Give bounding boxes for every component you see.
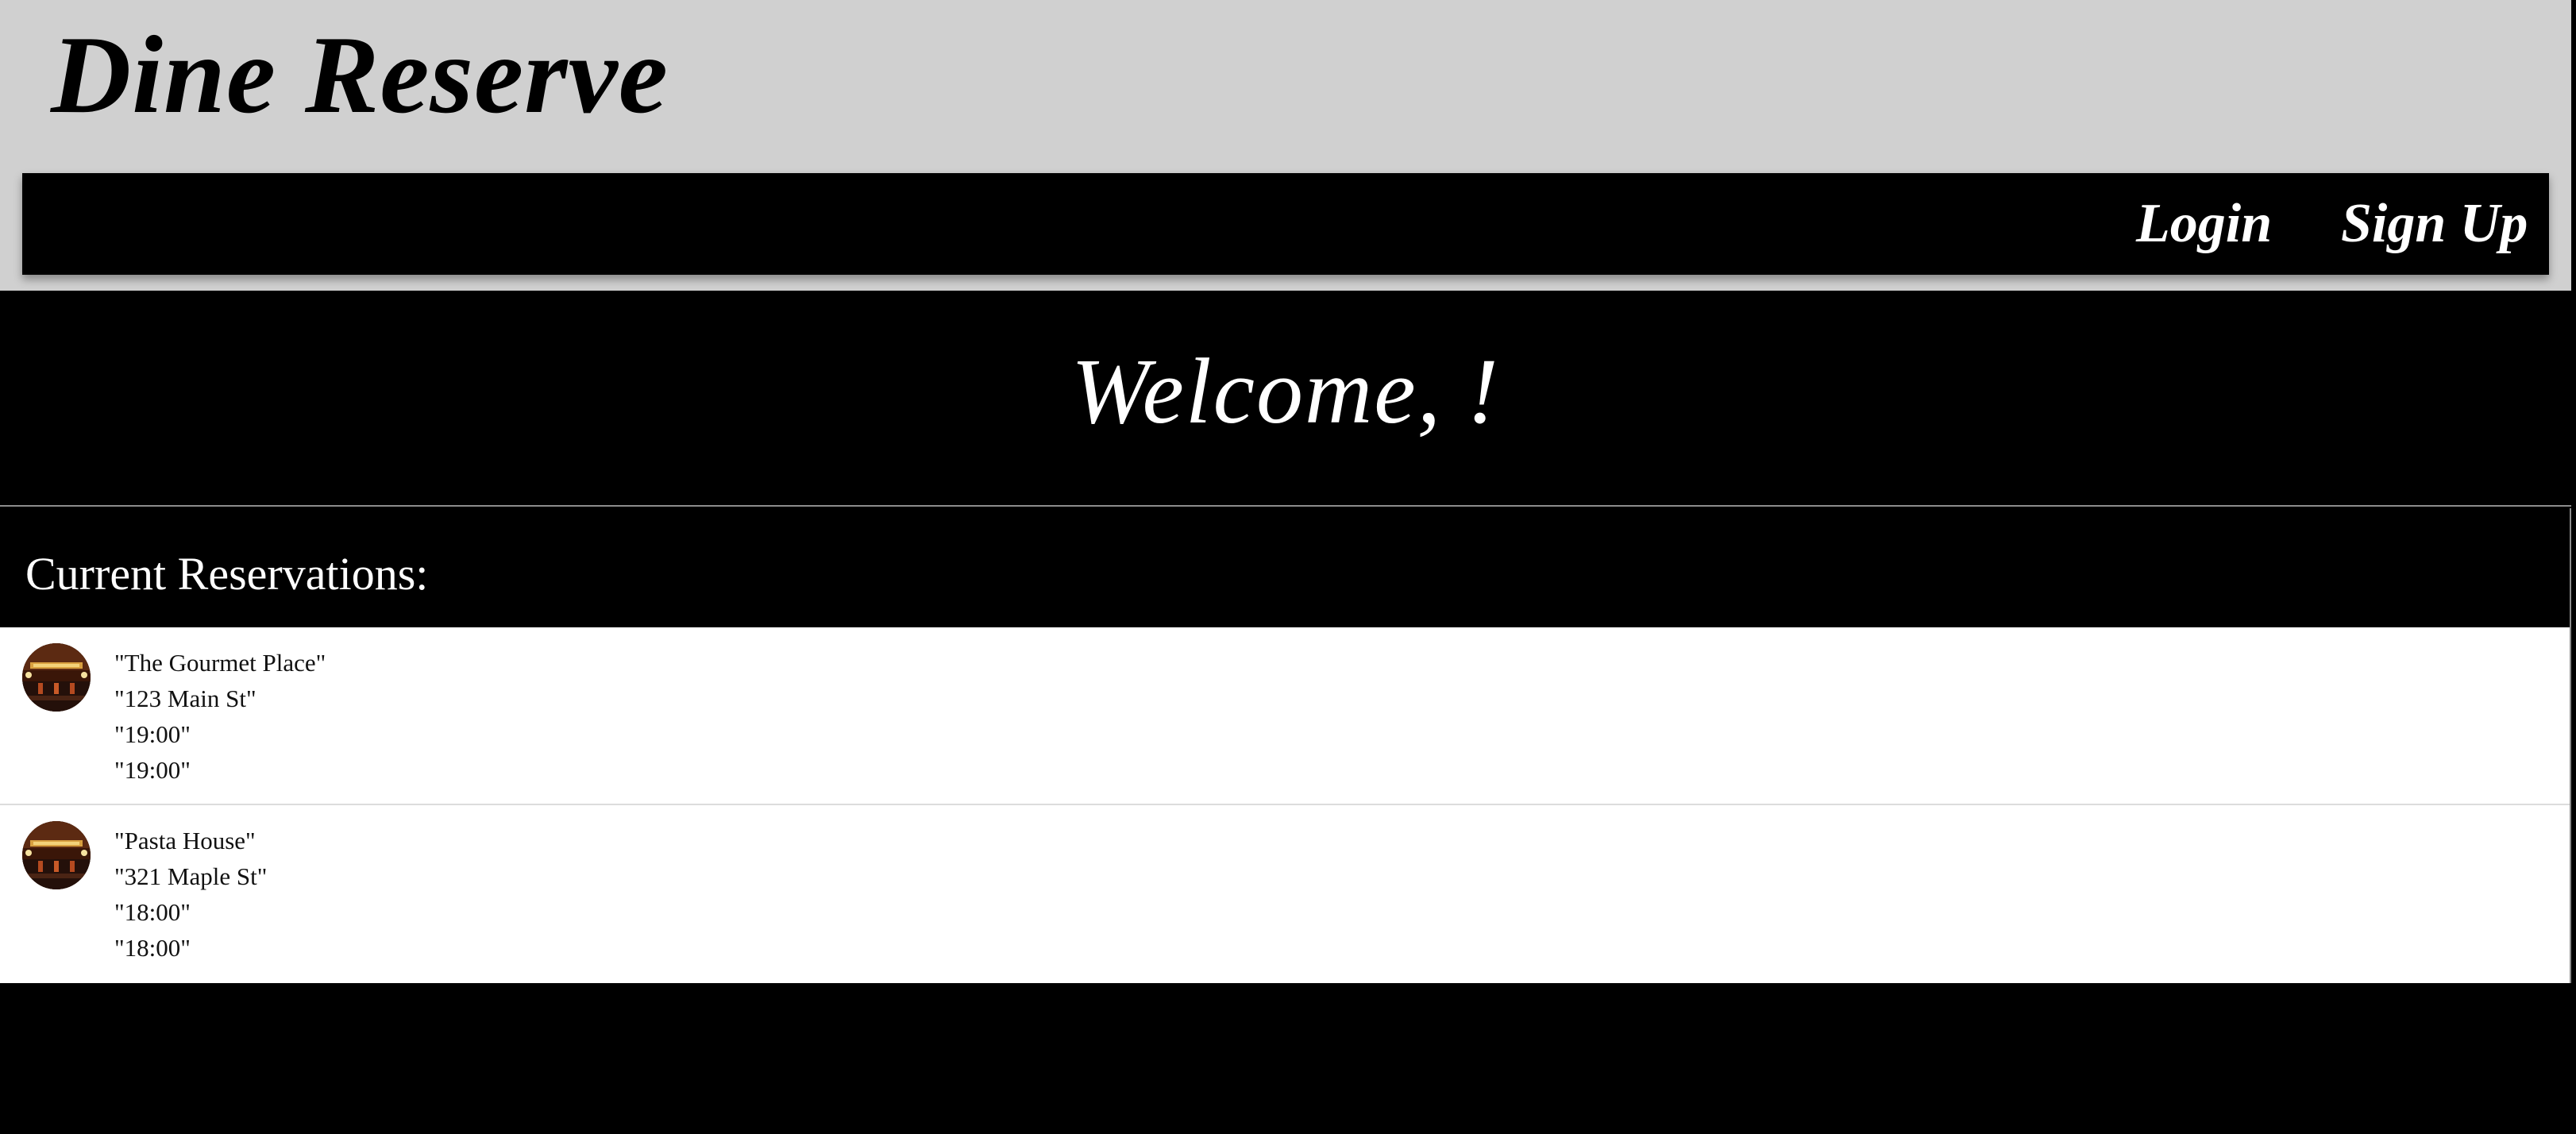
reservation-details: "Pasta House" "321 Maple St" "18:00" "18… (114, 823, 267, 966)
restaurant-address: "321 Maple St" (114, 862, 268, 890)
reservation-time: "19:00" (114, 720, 191, 748)
welcome-title: Welcome, ! (1071, 339, 1500, 443)
brand-title: Dine Reserve (51, 14, 669, 137)
reservation-details: "The Gourmet Place" "123 Main St" "19:00… (114, 645, 326, 788)
signup-link[interactable]: Sign Up (2341, 173, 2528, 275)
restaurant-thumbnail-icon (22, 821, 91, 889)
reservation-item[interactable]: "Pasta House" "321 Maple St" "18:00" "18… (0, 805, 2570, 983)
restaurant-address: "123 Main St" (114, 685, 256, 712)
login-link[interactable]: Login (2136, 173, 2272, 275)
reservation-time-repeat: "19:00" (114, 756, 191, 784)
reservation-time: "18:00" (114, 898, 191, 926)
welcome-section: Welcome, ! (0, 291, 2571, 507)
reservation-item[interactable]: "The Gourmet Place" "123 Main St" "19:00… (0, 627, 2570, 805)
reservations-list: "The Gourmet Place" "123 Main St" "19:00… (0, 627, 2570, 983)
reservation-time-repeat: "18:00" (114, 934, 191, 962)
navbar: Login Sign Up (22, 173, 2549, 275)
site-header: Dine Reserve Login Sign Up (0, 0, 2571, 291)
restaurant-thumbnail-icon (22, 643, 91, 712)
reservations-heading: Current Reservations: (25, 548, 429, 600)
reservations-section: Current Reservations: "The Gourmet Place… (0, 508, 2571, 983)
restaurant-name: "The Gourmet Place" (114, 649, 326, 677)
restaurant-name: "Pasta House" (114, 827, 256, 854)
